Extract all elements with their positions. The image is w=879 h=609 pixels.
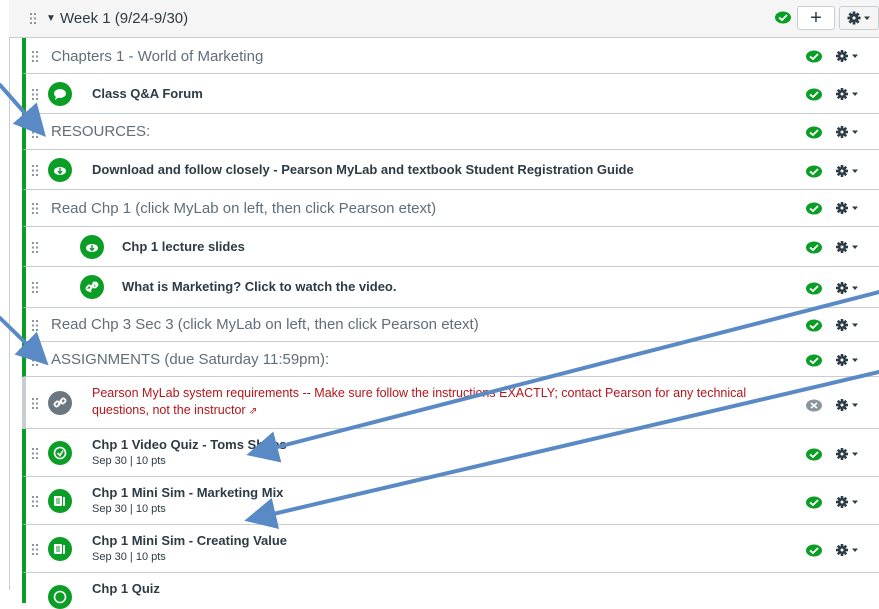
list-item[interactable]: Chapters 1 - World of Marketing [22,38,879,74]
assignment-icon [48,537,72,561]
text-header-title: Read Chp 1 (click MyLab on left, then cl… [51,200,437,217]
module-settings-button[interactable] [839,6,879,30]
drag-handle-icon[interactable] [32,355,38,366]
link-icon [80,275,104,299]
drag-handle-icon[interactable] [30,13,36,24]
list-item[interactable]: Class Q&A Forum [22,74,879,114]
drag-handle-icon[interactable] [32,544,38,555]
item-settings-icon[interactable] [835,281,865,295]
assignment-title-link[interactable]: Chp 1 Video Quiz - Toms Shoes [92,437,287,452]
list-item[interactable]: What is Marketing? Click to watch the vi… [22,267,879,308]
module-title: Week 1 (9/24-9/30) [60,10,189,27]
drag-handle-icon[interactable] [32,89,38,100]
list-item[interactable]: Chp 1 Mini Sim - Creating Value Sep 30 |… [22,525,879,573]
download-icon [80,235,104,259]
text-header-title: Read Chp 3 Sec 3 (click MyLab on left, t… [51,316,479,333]
collapse-caret-icon[interactable]: ▼ [46,13,56,24]
item-settings-icon[interactable] [835,543,865,557]
module-items-list: Chapters 1 - World of Marketing Class Q&… [22,38,879,609]
module-header[interactable]: ▼ Week 1 (9/24-9/30) + [9,0,879,38]
item-settings-icon[interactable] [835,353,865,367]
due-date-points: Sep 30 | 10 pts [92,551,166,563]
drag-handle-icon[interactable] [32,165,38,176]
text-header-title: ASSIGNMENTS (due Saturday 11:59pm): [51,351,330,368]
item-title-link[interactable]: Chp 1 lecture slides [122,239,245,254]
download-icon [48,158,72,182]
list-item[interactable]: Download and follow closely - Pearson My… [22,150,879,190]
drag-handle-icon[interactable] [32,398,38,409]
published-check-icon[interactable] [806,282,822,295]
list-item[interactable]: Read Chp 1 (click MyLab on left, then cl… [22,190,879,227]
assignment-title-link[interactable]: Chp 1 Mini Sim - Creating Value [92,533,287,548]
assignment-title-link[interactable]: Chp 1 Mini Sim - Marketing Mix [92,485,283,500]
drag-handle-icon[interactable] [32,127,38,138]
due-date-points: Sep 30 | 10 pts [92,455,166,467]
assignment-icon [48,489,72,513]
unpublished-icon[interactable] [806,399,822,412]
link-icon [48,391,72,415]
item-title-link[interactable]: Chp 1 Quiz [92,581,160,596]
published-check-icon[interactable] [806,50,822,63]
drag-handle-icon[interactable] [32,448,38,459]
published-check-icon[interactable] [806,126,822,139]
drag-handle-icon[interactable] [32,51,38,62]
published-check-icon[interactable] [806,88,822,101]
item-settings-icon[interactable] [835,447,865,461]
text-header-title: Chapters 1 - World of Marketing [51,48,264,65]
item-settings-icon[interactable] [835,318,865,332]
drag-handle-icon[interactable] [32,282,38,293]
item-title-link[interactable]: What is Marketing? Click to watch the vi… [122,279,397,294]
published-check-icon[interactable] [806,496,822,509]
list-item[interactable]: Chp 1 lecture slides [22,227,879,267]
item-settings-icon[interactable] [835,398,865,412]
published-check-icon[interactable] [775,11,791,24]
item-settings-icon[interactable] [835,495,865,509]
item-settings-icon[interactable] [835,49,865,63]
add-item-button[interactable]: + [797,6,835,30]
drag-handle-icon[interactable] [32,203,38,214]
drag-handle-icon[interactable] [32,320,38,331]
list-item[interactable]: ASSIGNMENTS (due Saturday 11:59pm): [22,342,879,377]
item-settings-icon[interactable] [835,125,865,139]
list-item[interactable]: Chp 1 Video Quiz - Toms Shoes Sep 30 | 1… [22,429,879,477]
published-check-icon[interactable] [806,241,822,254]
text-header-title: RESOURCES: [51,123,151,140]
list-item[interactable]: Chp 1 Mini Sim - Marketing Mix Sep 30 | … [22,477,879,525]
item-settings-icon[interactable] [835,240,865,254]
item-settings-icon[interactable] [835,201,865,215]
list-item[interactable]: Pearson MyLab system requirements -- Mak… [22,377,879,429]
published-check-icon[interactable] [806,354,822,367]
drag-handle-icon[interactable] [32,496,38,507]
list-item[interactable]: Read Chp 3 Sec 3 (click MyLab on left, t… [22,308,879,342]
external-link-icon: ⇗ [249,406,258,417]
published-check-icon[interactable] [806,544,822,557]
quiz-icon [48,441,72,465]
drag-handle-icon[interactable] [32,242,38,253]
item-title-link[interactable]: Class Q&A Forum [92,86,203,101]
published-check-icon[interactable] [806,165,822,178]
external-link-title[interactable]: Pearson MyLab system requirements -- Mak… [92,385,762,420]
list-item[interactable]: RESOURCES: [22,114,879,150]
list-item[interactable]: Chp 1 Quiz [22,573,879,609]
published-check-icon[interactable] [806,319,822,332]
discussion-icon [48,82,72,106]
due-date-points: Sep 30 | 10 pts [92,503,166,515]
item-settings-icon[interactable] [835,87,865,101]
published-check-icon[interactable] [806,448,822,461]
published-check-icon[interactable] [806,202,822,215]
item-settings-icon[interactable] [835,164,865,178]
item-title-link[interactable]: Download and follow closely - Pearson My… [92,162,634,177]
quiz-icon [48,585,72,609]
